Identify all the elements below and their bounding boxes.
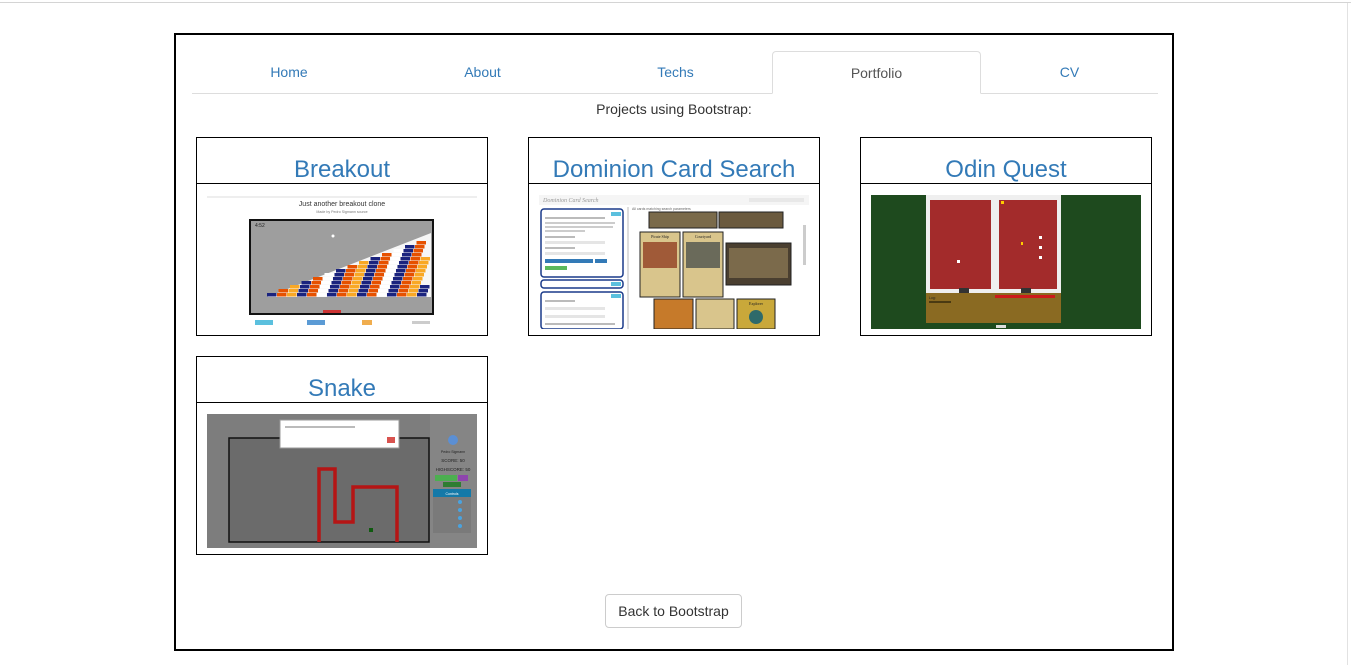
- page-frame: Home About Techs Portfolio CV Projects u…: [174, 33, 1174, 651]
- snake-thumb-controls: Controls: [445, 492, 458, 496]
- dominion-thumbnail[interactable]: Dominion Card Search All cards matching …: [539, 195, 809, 329]
- dominion-screenshot: Dominion Card Search All cards matching …: [539, 195, 809, 329]
- project-title-snake[interactable]: Snake: [197, 357, 487, 403]
- project-title-breakout[interactable]: Breakout: [197, 138, 487, 184]
- breakout-thumb-heading: Just another breakout clone: [299, 201, 385, 208]
- dominion-thumb-results: All cards matching search parameters: [632, 207, 691, 211]
- breakout-thumbnail[interactable]: Just another breakout clone Made by Pedr…: [207, 195, 477, 329]
- section-subtitle: Projects using Bootstrap:: [596, 101, 752, 117]
- project-card-dominion: Dominion Card Search Dominion Card Searc…: [528, 137, 820, 336]
- tab-techs[interactable]: Techs: [579, 51, 772, 93]
- project-card-snake: Snake Pedro Sigmann SCORE: 50 HIGHSCORE:…: [196, 356, 488, 555]
- browser-top-border: [0, 2, 1351, 3]
- back-to-bootstrap-button[interactable]: Back to Bootstrap: [605, 594, 742, 628]
- dominion-thumb-card-3: Explorer: [749, 301, 764, 306]
- breakout-thumb-score: 4:52: [255, 223, 265, 229]
- breakout-thumb-byline: Made by Pedro Sigmann source: [316, 210, 367, 214]
- project-card-odin-quest: Odin Quest Log:: [860, 137, 1152, 336]
- dominion-thumb-card-2: Courtyard: [695, 234, 711, 239]
- scrollbar-edge: [1347, 3, 1348, 665]
- project-card-breakout: Breakout Just another breakout clone Mad…: [196, 137, 488, 336]
- snake-thumbnail[interactable]: Pedro Sigmann SCORE: 50 HIGHSCORE: 50 Co…: [207, 414, 477, 548]
- project-title-odin-quest[interactable]: Odin Quest: [861, 138, 1151, 184]
- tab-portfolio[interactable]: Portfolio: [772, 51, 981, 94]
- breakout-screenshot: Just another breakout clone Made by Pedr…: [207, 195, 477, 329]
- nav-tabs: Home About Techs Portfolio CV: [192, 51, 1158, 94]
- snake-screenshot: Pedro Sigmann SCORE: 50 HIGHSCORE: 50 Co…: [207, 414, 477, 548]
- project-title-dominion[interactable]: Dominion Card Search: [529, 138, 819, 184]
- tab-cv[interactable]: CV: [981, 51, 1158, 93]
- dominion-thumb-brand: Dominion Card Search: [542, 198, 599, 204]
- tab-about[interactable]: About: [386, 51, 579, 93]
- tab-home[interactable]: Home: [192, 51, 386, 93]
- odin-quest-screenshot: Log:: [871, 195, 1141, 329]
- odin-quest-thumb-log: Log:: [929, 296, 936, 300]
- odin-quest-thumbnail[interactable]: Log:: [871, 195, 1141, 329]
- snake-thumb-highscore: HIGHSCORE: 50: [436, 467, 471, 472]
- snake-thumb-player: Pedro Sigmann: [441, 450, 465, 454]
- dominion-thumb-card-1: Pirate Ship: [651, 234, 669, 239]
- snake-thumb-score: SCORE: 50: [441, 458, 465, 463]
